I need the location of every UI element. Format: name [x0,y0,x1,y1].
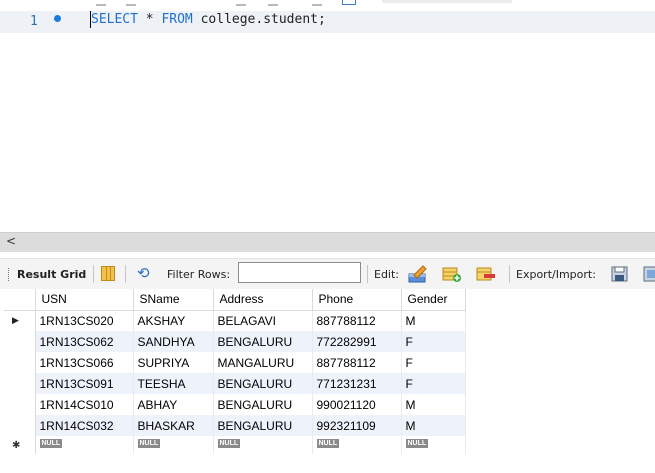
row-indicator [4,373,36,394]
edit-label: Edit: [374,268,400,281]
cell-new-sname[interactable]: NULL [133,436,214,454]
cell-phone[interactable]: 771231231 [312,373,402,394]
cell-new-usn[interactable]: NULL [35,436,134,454]
cell-phone[interactable]: 887788112 [312,310,402,331]
result-table: USN SName Address Phone Gender ▶ 1RN13CS… [4,289,466,454]
cell-sname[interactable]: ABHAY [133,394,214,415]
cell-sname[interactable]: SUPRIYA [133,352,214,373]
grid-view-icon[interactable] [101,266,115,281]
cell-address[interactable]: BENGALURU [213,394,313,415]
row-indicator-header [4,289,36,311]
cell-address[interactable]: BENGALURU [213,415,313,436]
import-icon[interactable] [642,265,655,283]
cell-new-gender[interactable]: NULL [401,436,466,454]
cell-phone[interactable]: 992321109 [312,415,402,436]
header-row: USN SName Address Phone Gender [4,289,466,311]
cell-usn[interactable]: 1RN14CS032 [35,415,134,436]
editor-horizontal-scrollbar[interactable]: < [0,232,655,252]
scroll-left-icon[interactable]: < [6,234,16,248]
cell-gender[interactable]: M [401,310,466,331]
cell-phone[interactable]: 887788112 [312,352,402,373]
cell-sname[interactable]: BHASKAR [133,415,214,436]
cell-address[interactable]: MANGALURU [213,352,313,373]
edit-cell-icon[interactable] [408,265,428,283]
filter-rows-input[interactable] [238,262,361,283]
sql-statement[interactable]: SELECT * FROM college.student; [91,12,326,27]
toolbar-selected-icon[interactable] [342,0,356,5]
filter-rows-label: Filter Rows: [167,268,231,281]
null-badge: NULL [316,439,340,448]
null-badge: NULL [217,439,241,448]
export-icon[interactable] [610,265,630,283]
new-row[interactable]: ✱ NULL NULL NULL NULL NULL [4,436,466,454]
toolbar-combo[interactable] [382,0,512,3]
filter-refresh-icon[interactable]: ⟲ [137,264,155,282]
column-header-phone[interactable]: Phone [312,289,402,311]
toolbar-separator [93,265,94,283]
statement-marker-icon [54,15,61,22]
cell-gender[interactable]: F [401,373,466,394]
toolbar-separator [509,265,510,283]
sql-editor[interactable]: 1 SELECT * FROM college.student; [0,6,655,232]
table-row[interactable]: 1RN14CS032 BHASKAR BENGALURU 992321109 M [4,415,466,436]
cell-sname[interactable]: AKSHAY [133,310,214,331]
cell-usn[interactable]: 1RN14CS010 [35,394,134,415]
column-header-sname[interactable]: SName [133,289,214,311]
cell-sname[interactable]: TEESHA [133,373,214,394]
cell-usn[interactable]: 1RN13CS066 [35,352,134,373]
result-grid-tab[interactable]: Result Grid [17,268,86,281]
toolbar-grip [8,268,11,281]
null-badge: NULL [137,439,161,448]
row-indicator [4,394,36,415]
null-badge: NULL [39,439,63,448]
cell-gender[interactable]: F [401,331,466,352]
cell-usn[interactable]: 1RN13CS020 [35,310,134,331]
row-indicator [4,352,36,373]
new-row-indicator-icon: ✱ [4,436,36,454]
cell-gender[interactable]: M [401,415,466,436]
add-row-icon[interactable] [442,265,462,283]
table-row[interactable]: 1RN13CS062 SANDHYA BENGALURU 772282991 F [4,331,466,352]
toolbar-separator [125,265,126,283]
result-grid[interactable]: USN SName Address Phone Gender ▶ 1RN13CS… [0,289,655,473]
column-header-address[interactable]: Address [213,289,313,311]
cell-address[interactable]: BELAGAVI [213,310,313,331]
null-badge: NULL [405,439,429,448]
toolbar-separator [367,265,368,283]
cell-address[interactable]: BENGALURU [213,373,313,394]
table-row[interactable]: 1RN14CS010 ABHAY BENGALURU 990021120 M [4,394,466,415]
cell-usn[interactable]: 1RN13CS062 [35,331,134,352]
current-row-indicator-icon: ▶ [4,310,36,331]
table-row[interactable]: 1RN13CS091 TEESHA BENGALURU 771231231 F [4,373,466,394]
delete-row-icon[interactable] [476,265,496,283]
cell-new-address[interactable]: NULL [213,436,313,454]
sql-keyword-from: FROM [161,12,193,27]
sql-table-name: college.student; [192,12,326,27]
table-row[interactable]: 1RN13CS066 SUPRIYA MANGALURU 887788112 F [4,352,466,373]
column-header-usn[interactable]: USN [35,289,134,311]
cell-new-phone[interactable]: NULL [312,436,402,454]
line-number: 1 [30,14,38,29]
cell-gender[interactable]: F [401,352,466,373]
row-indicator [4,331,36,352]
export-import-label: Export/Import: [516,268,596,281]
cell-sname[interactable]: SANDHYA [133,331,214,352]
cell-gender[interactable]: M [401,394,466,415]
cell-usn[interactable]: 1RN13CS091 [35,373,134,394]
sql-keyword-select: SELECT [91,12,138,27]
table-row[interactable]: ▶ 1RN13CS020 AKSHAY BELAGAVI 887788112 M [4,310,466,331]
sql-star: * [137,12,162,27]
cell-phone[interactable]: 772282991 [312,331,402,352]
cell-phone[interactable]: 990021120 [312,394,402,415]
result-grid-toolbar: Result Grid ⟲ Filter Rows: Edit: Export/… [0,258,655,289]
cell-address[interactable]: BENGALURU [213,331,313,352]
row-indicator [4,415,36,436]
column-header-gender[interactable]: Gender [401,289,466,311]
